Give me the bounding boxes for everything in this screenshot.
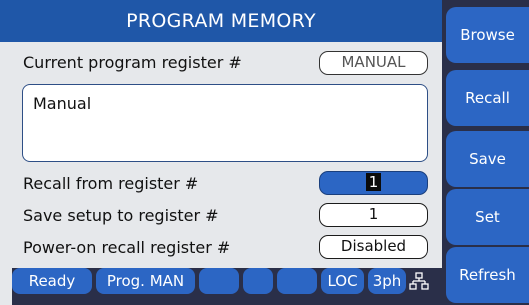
set-button[interactable]: Set: [446, 189, 529, 245]
status-slot-1: [199, 268, 239, 294]
recall-from-input[interactable]: 1: [319, 171, 428, 195]
status-phase: 3ph: [368, 268, 406, 294]
page-title: PROGRAM MEMORY: [0, 0, 442, 42]
recall-button[interactable]: Recall: [446, 70, 529, 126]
program-memory-panel: PROGRAM MEMORY Current program register …: [0, 0, 442, 305]
status-ready: Ready: [12, 268, 92, 294]
save-to-label: Save setup to register #: [23, 206, 219, 225]
status-slot-3: [277, 268, 317, 294]
recall-from-label: Recall from register #: [23, 174, 199, 193]
poweron-recall-label: Power-on recall register #: [23, 238, 231, 257]
poweron-recall-select[interactable]: Disabled: [319, 235, 428, 259]
save-to-input[interactable]: 1: [319, 203, 428, 227]
save-button[interactable]: Save: [446, 131, 529, 187]
status-loc: LOC: [321, 268, 364, 294]
register-description-text: Manual: [33, 94, 92, 113]
browse-button[interactable]: Browse: [446, 7, 529, 63]
status-bar: Ready Prog. MAN LOC 3ph: [12, 268, 442, 305]
network-icon: [409, 272, 429, 290]
status-program: Prog. MAN: [96, 268, 195, 294]
status-slot-2: [243, 268, 273, 294]
register-description-field[interactable]: Manual: [22, 84, 428, 162]
recall-from-value: 1: [365, 173, 382, 191]
current-register-value: MANUAL: [319, 51, 428, 75]
refresh-button[interactable]: Refresh: [446, 247, 529, 303]
current-register-label: Current program register #: [23, 53, 242, 72]
